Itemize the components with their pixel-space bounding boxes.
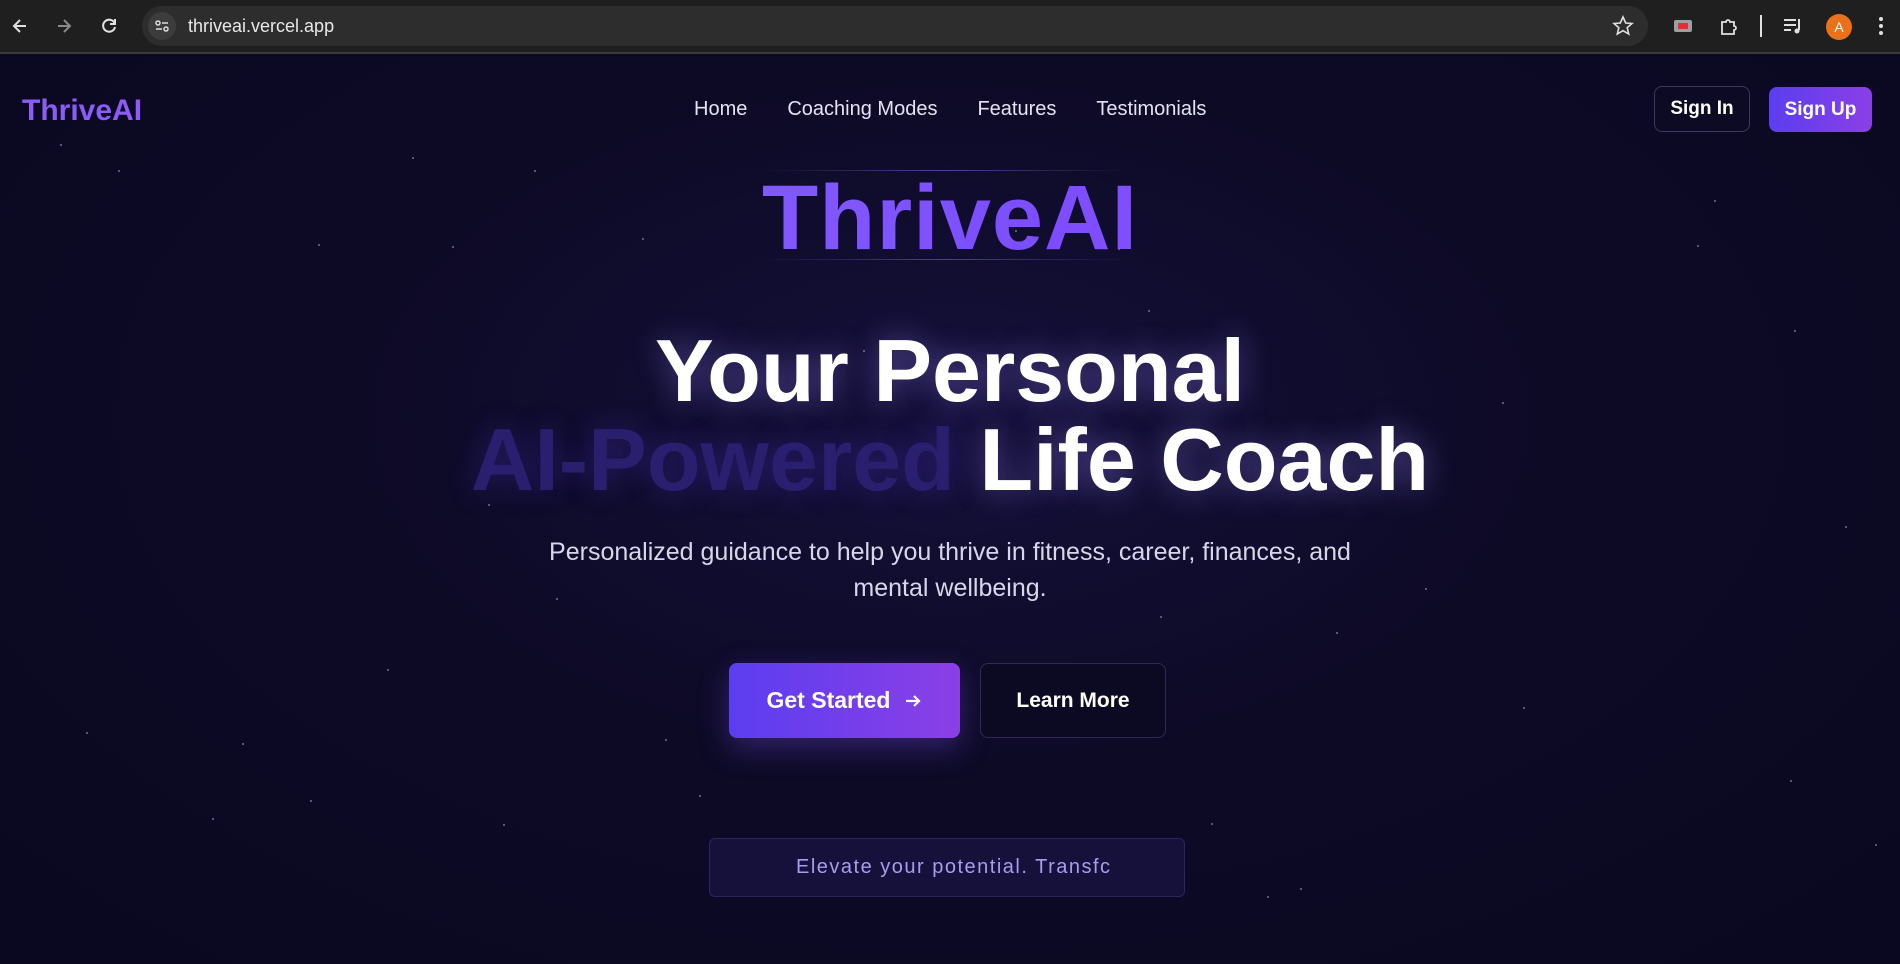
nav-testimonials[interactable]: Testimonials	[1096, 98, 1206, 121]
star-dot	[1336, 632, 1338, 634]
star-dot	[242, 743, 244, 745]
forward-arrow-icon[interactable]	[50, 12, 78, 40]
star-dot	[387, 669, 389, 671]
star-dot	[412, 157, 414, 159]
site-info-icon[interactable]	[148, 12, 176, 40]
star-dot	[1267, 896, 1269, 898]
url-text[interactable]: thriveai.vercel.app	[188, 16, 334, 37]
brand-logo[interactable]: ThriveAI	[22, 94, 142, 128]
star-dot	[1160, 616, 1162, 618]
star-dot	[310, 800, 312, 802]
main-nav: Home Coaching Modes Features Testimonial…	[694, 98, 1206, 121]
more-vert-icon[interactable]	[1868, 13, 1894, 39]
sign-in-button[interactable]: Sign In	[1654, 86, 1750, 132]
browser-toolbar: thriveai.vercel.app A	[0, 0, 1900, 54]
sign-up-button[interactable]: Sign Up	[1769, 87, 1872, 132]
star-dot	[1148, 310, 1150, 312]
address-bar[interactable]: thriveai.vercel.app	[142, 6, 1648, 46]
star-dot	[60, 144, 62, 146]
landing-page: ThriveAI Home Coaching Modes Features Te…	[0, 56, 1900, 964]
learn-more-button[interactable]: Learn More	[980, 663, 1166, 738]
headline-line-2: AI-Powered Life Coach	[0, 415, 1900, 505]
star-dot	[1875, 844, 1877, 846]
arrow-right-icon	[906, 694, 922, 707]
nav-coaching-modes[interactable]: Coaching Modes	[787, 98, 937, 121]
logo-divider-bottom	[760, 259, 1130, 260]
tagline-banner: Elevate your potential. Transfc	[709, 838, 1185, 897]
star-dot	[1425, 588, 1427, 590]
star-dot	[1300, 888, 1302, 890]
star-dot	[86, 732, 88, 734]
hero-logo: ThriveAI	[0, 166, 1900, 271]
headline-rest: Life Coach	[979, 410, 1430, 509]
star-dot	[699, 795, 701, 797]
headline-line-1: Your Personal	[654, 321, 1246, 420]
toolbar-divider	[1760, 15, 1762, 37]
get-started-label: Get Started	[766, 687, 891, 713]
star-dot	[1790, 780, 1792, 782]
nav-home[interactable]: Home	[694, 98, 747, 121]
back-arrow-icon[interactable]	[6, 12, 34, 40]
profile-avatar[interactable]: A	[1826, 14, 1852, 40]
media-controls-icon[interactable]	[1780, 13, 1806, 39]
star-dot	[1845, 526, 1847, 528]
extension-icon[interactable]	[1670, 13, 1696, 39]
puzzle-icon[interactable]	[1716, 13, 1742, 39]
star-dot	[503, 824, 505, 826]
star-dot	[1523, 707, 1525, 709]
star-dot	[212, 818, 214, 820]
hero-subtitle: Personalized guidance to help you thrive…	[549, 538, 1351, 602]
hero-headline: Your Personal AI-Powered Life Coach	[0, 326, 1900, 505]
star-dot	[1211, 823, 1213, 825]
reload-icon[interactable]	[95, 12, 123, 40]
get-started-button[interactable]: Get Started	[729, 663, 960, 738]
star-dot	[665, 739, 667, 741]
nav-features[interactable]: Features	[977, 98, 1056, 121]
bookmark-star-icon[interactable]	[1612, 15, 1634, 37]
headline-highlight: AI-Powered	[470, 410, 955, 509]
